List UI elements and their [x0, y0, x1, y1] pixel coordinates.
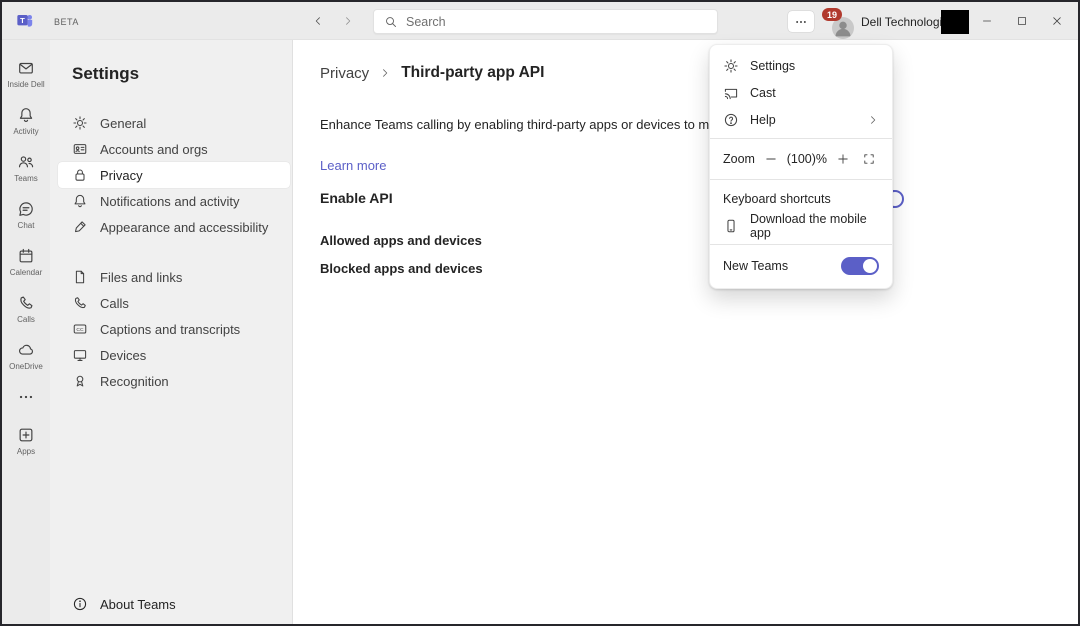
- bell-icon: [72, 193, 88, 209]
- sidebar-item-accounts-and-orgs[interactable]: Accounts and orgs: [58, 136, 290, 162]
- people-icon: [17, 153, 35, 171]
- closed-captions-icon: CC: [72, 321, 88, 337]
- rail-item-apps[interactable]: Apps: [2, 417, 50, 464]
- help-icon: [723, 112, 739, 128]
- sidebar-item-captions[interactable]: CC Captions and transcripts: [58, 316, 290, 342]
- rail-item-activity[interactable]: Activity: [2, 97, 50, 144]
- zoom-label: Zoom: [723, 152, 755, 166]
- sidebar-item-devices[interactable]: Devices: [58, 342, 290, 368]
- toggle-knob: [863, 259, 877, 273]
- sidebar-item-appearance[interactable]: Appearance and accessibility: [58, 214, 290, 240]
- titlebar: T BETA 19: [2, 2, 1078, 40]
- bell-icon: [17, 106, 35, 124]
- teams-window: T BETA 19: [0, 0, 1080, 626]
- menu-divider: [710, 138, 892, 139]
- back-button[interactable]: [305, 9, 331, 33]
- sidebar-item-notifications[interactable]: Notifications and activity: [58, 188, 290, 214]
- rail-item-inside-dell[interactable]: Inside Dell: [2, 50, 50, 97]
- maximize-button[interactable]: [1004, 9, 1039, 33]
- api-description: Enhance Teams calling by enabling third-…: [320, 117, 1078, 132]
- forward-button[interactable]: [335, 9, 361, 33]
- calendar-icon: [17, 247, 35, 265]
- more-icon: [17, 388, 35, 406]
- search-box: [373, 9, 718, 34]
- sidebar-item-calls[interactable]: Calls: [58, 290, 290, 316]
- close-button[interactable]: [1039, 9, 1074, 33]
- chevron-right-icon: [867, 114, 879, 126]
- svg-text:T: T: [20, 16, 25, 25]
- sidebar-item-files-and-links[interactable]: Files and links: [58, 264, 290, 290]
- ribbon-icon: [72, 373, 88, 389]
- profile-avatar[interactable]: 19: [822, 8, 854, 39]
- cloud-icon: [17, 341, 35, 359]
- monitor-icon: [72, 347, 88, 363]
- about-teams[interactable]: About Teams: [72, 596, 176, 612]
- settings-nav: General Accounts and orgs Privacy Notifi…: [50, 110, 292, 394]
- nav-arrows: [305, 9, 361, 33]
- phone-icon: [17, 294, 35, 312]
- menu-divider: [710, 179, 892, 180]
- teams-logo-icon: T: [16, 11, 34, 29]
- breadcrumb-privacy[interactable]: Privacy: [320, 65, 369, 82]
- rail-item-more[interactable]: [2, 379, 50, 417]
- learn-more-link[interactable]: Learn more: [320, 158, 386, 173]
- sidebar-item-general[interactable]: General: [58, 110, 290, 136]
- breadcrumb-separator-icon: [379, 67, 391, 79]
- new-teams-toggle[interactable]: [841, 257, 879, 275]
- beta-label: BETA: [54, 17, 79, 27]
- cast-icon: [723, 85, 739, 101]
- apps-icon: [17, 426, 35, 444]
- rail-item-calendar[interactable]: Calendar: [2, 238, 50, 285]
- blocked-apps-label: Blocked apps and devices: [320, 261, 1078, 276]
- zoom-value: (100)%: [787, 152, 827, 166]
- sidebar-item-recognition[interactable]: Recognition: [58, 368, 290, 394]
- zoom-out-button[interactable]: [761, 149, 781, 169]
- settings-sidebar: Settings General Accounts and orgs Priva…: [50, 40, 293, 624]
- paintbrush-icon: [72, 219, 88, 235]
- menu-item-new-teams: New Teams: [710, 250, 892, 281]
- rail-item-calls[interactable]: Calls: [2, 285, 50, 332]
- mobile-phone-icon: [723, 218, 739, 234]
- minimize-button[interactable]: [969, 9, 1004, 33]
- more-options-menu: Settings Cast Help Zoom (100)%: [709, 44, 893, 289]
- allowed-apps-label: Allowed apps and devices: [320, 233, 1078, 248]
- menu-item-keyboard-shortcuts[interactable]: Keyboard shortcuts: [710, 185, 892, 212]
- sidebar-item-privacy[interactable]: Privacy: [58, 162, 290, 188]
- info-icon: [72, 596, 88, 612]
- menu-item-settings[interactable]: Settings: [710, 52, 892, 79]
- search-input[interactable]: [406, 15, 707, 29]
- gear-icon: [72, 115, 88, 131]
- file-icon: [72, 269, 88, 285]
- id-card-icon: [72, 141, 88, 157]
- enable-api-label: Enable API: [320, 190, 1078, 206]
- menu-item-download-mobile-app[interactable]: Download the mobile app: [710, 212, 892, 239]
- menu-item-help[interactable]: Help: [710, 106, 892, 133]
- app-rail: Inside Dell Activity Teams Chat Calendar: [2, 40, 50, 624]
- menu-divider: [710, 244, 892, 245]
- menu-item-cast[interactable]: Cast: [710, 79, 892, 106]
- privacy-settings-panel: Privacy Third-party app API Enhance Team…: [294, 40, 1078, 624]
- window-controls: [969, 9, 1074, 33]
- sidebar-group-gap: [50, 240, 292, 264]
- svg-text:CC: CC: [76, 327, 84, 333]
- phone-icon: [72, 295, 88, 311]
- page-title: Third-party app API: [401, 64, 544, 82]
- zoom-in-button[interactable]: [833, 149, 853, 169]
- settings-title: Settings: [50, 40, 292, 84]
- rail-item-teams[interactable]: Teams: [2, 144, 50, 191]
- search-icon: [384, 15, 398, 29]
- fullscreen-icon[interactable]: [859, 149, 879, 169]
- notification-badge: 19: [822, 8, 842, 21]
- lock-icon: [72, 167, 88, 183]
- chat-icon: [17, 200, 35, 218]
- menu-zoom-row: Zoom (100)%: [710, 144, 892, 174]
- rail-item-chat[interactable]: Chat: [2, 191, 50, 238]
- redacted-account-avatar[interactable]: [941, 10, 969, 34]
- inside-dell-icon: [17, 59, 35, 77]
- more-options-button[interactable]: [788, 11, 814, 32]
- gear-icon: [723, 58, 739, 74]
- rail-item-onedrive[interactable]: OneDrive: [2, 332, 50, 379]
- breadcrumb: Privacy Third-party app API: [320, 62, 1078, 84]
